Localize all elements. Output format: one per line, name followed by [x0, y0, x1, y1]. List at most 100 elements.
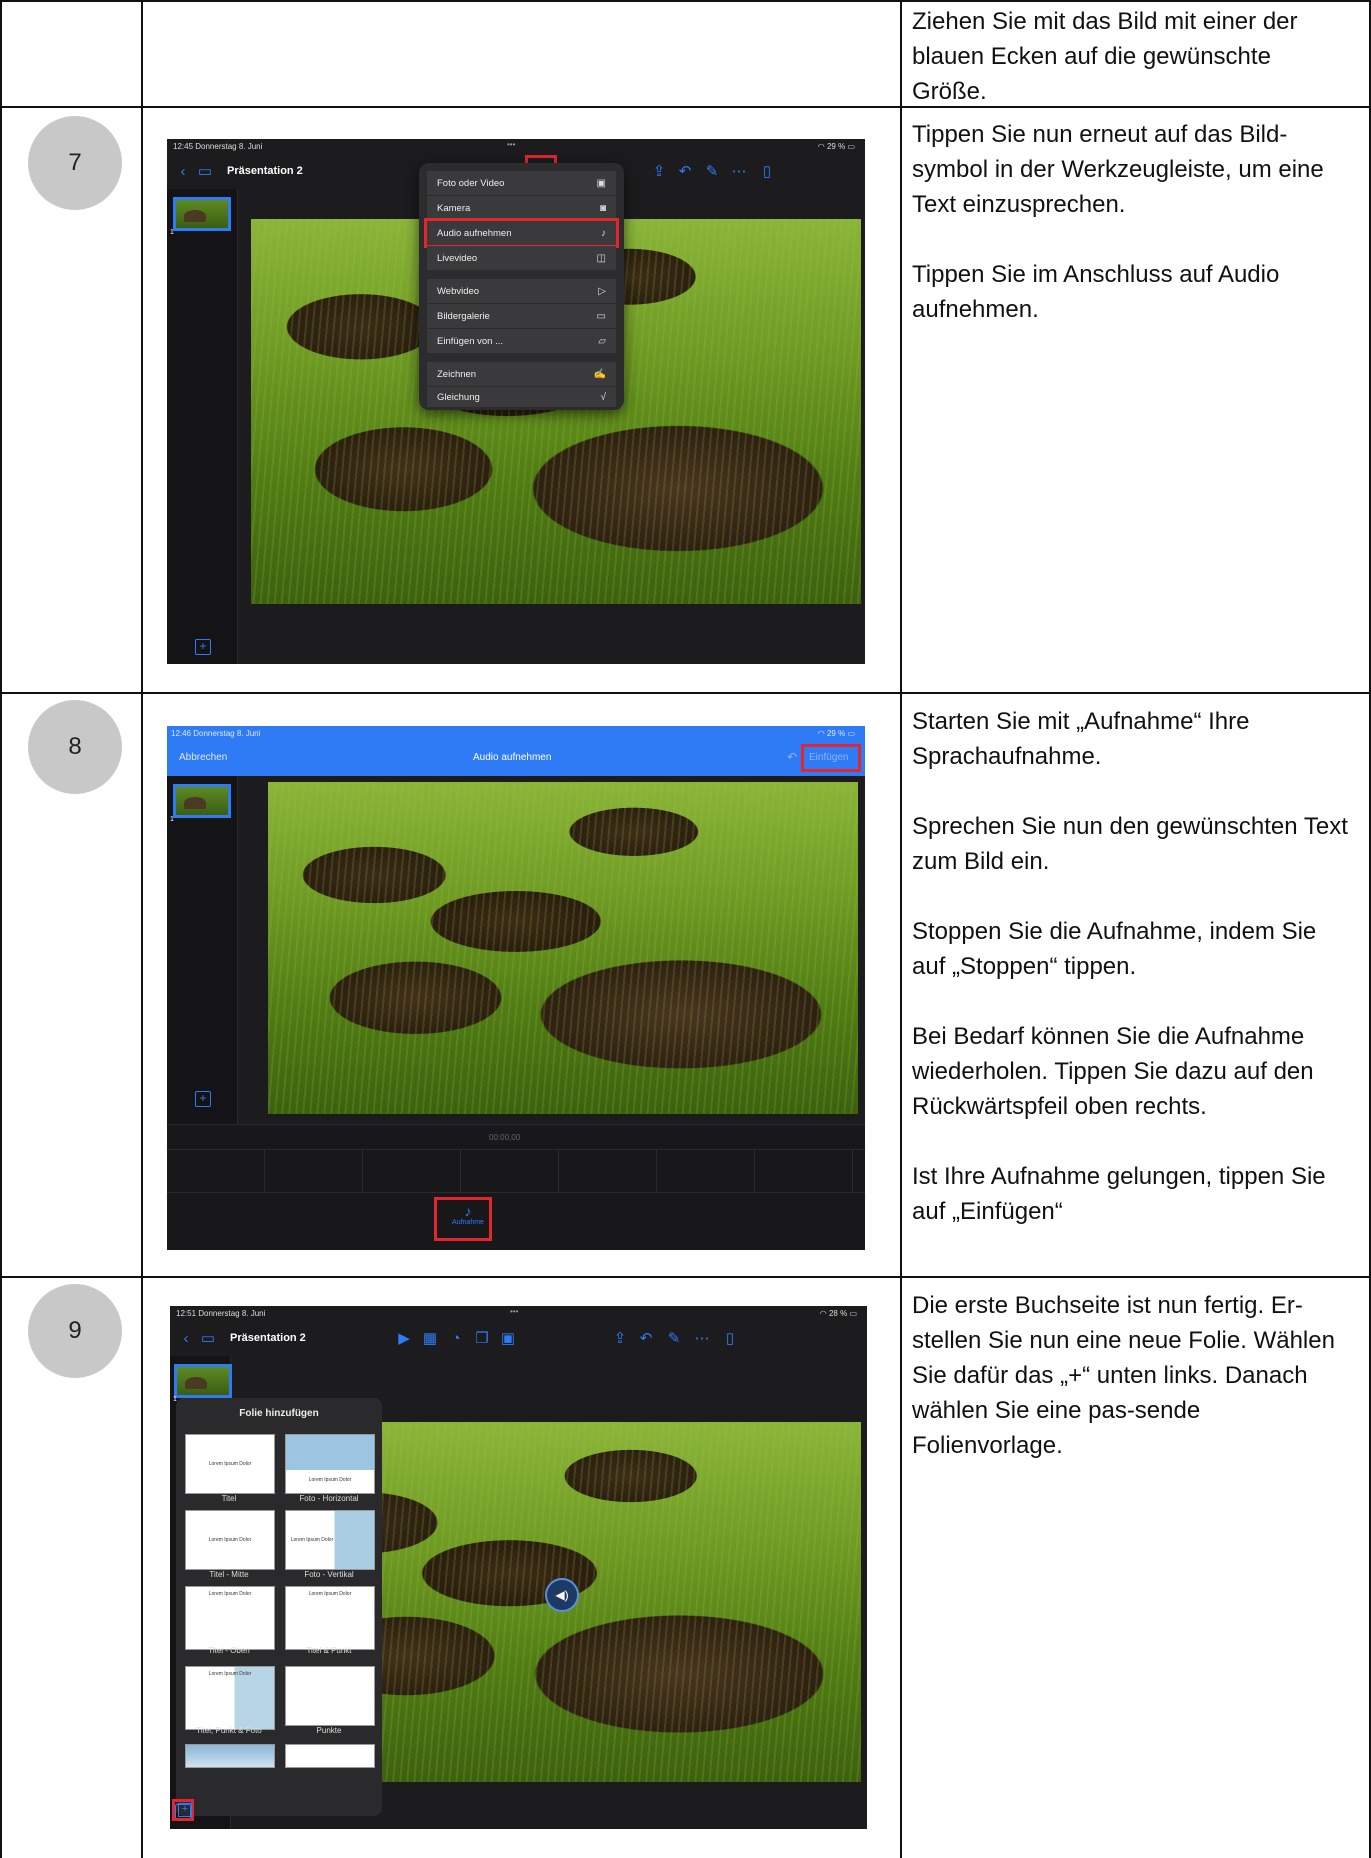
- template-preview: Lorem Ipsum Dolor: [308, 1477, 352, 1483]
- slide-navigator: 1 +: [167, 189, 238, 664]
- more-icon[interactable]: ⋯: [729, 161, 749, 181]
- slide-navigator: 1 +: [167, 776, 238, 1170]
- template-preview: Lorem Ipsum Dolor: [308, 1591, 352, 1597]
- template-title[interactable]: Lorem Ipsum Dolor: [185, 1434, 275, 1494]
- share-icon[interactable]: ⇪: [649, 161, 669, 181]
- add-slide-button[interactable]: +: [195, 639, 211, 655]
- battery-level: 29 %: [826, 142, 846, 151]
- audio-playback-icon[interactable]: ◀): [545, 1578, 579, 1612]
- highlight-insert-button: [801, 744, 861, 772]
- template-label: Titel: [221, 1494, 237, 1503]
- template-photo-horizontal[interactable]: Lorem Ipsum Dolor: [285, 1434, 375, 1494]
- square-root-icon: √: [600, 391, 607, 403]
- undo-icon[interactable]: ↶: [675, 161, 695, 181]
- table-border-top: [0, 0, 1371, 2]
- step-number-badge: 9: [28, 1284, 122, 1378]
- recording-timer: 00:00,00: [489, 1133, 521, 1142]
- menu-label: Gleichung: [437, 391, 480, 403]
- menu-item-web-video[interactable]: Webvideo ▷: [427, 279, 616, 303]
- table-border-col2: [900, 0, 902, 1858]
- template-preview: Lorem Ipsum Dolor: [290, 1537, 334, 1543]
- slide-thumbnail[interactable]: [174, 1364, 232, 1398]
- toolbar: ‹ ▭ Präsentation 2 ▶ ▦ ◔ ❐ ▣ ⇪ ↶ ✎ ⋯ ▯: [170, 1322, 867, 1356]
- instruction-paragraph: Sprechen Sie nun den gewünschten Text zu…: [912, 813, 1348, 875]
- slide-thumbnail[interactable]: [173, 197, 231, 231]
- row-divider-2: [0, 692, 1371, 694]
- add-slide-button[interactable]: +: [195, 1091, 211, 1107]
- highlight-record-button: [434, 1197, 492, 1241]
- table-border-col1: [141, 0, 143, 1858]
- dots-icon: •••: [507, 140, 516, 149]
- gallery-icon: ▭: [596, 310, 606, 322]
- menu-item-image-gallery[interactable]: Bildergalerie ▭: [427, 304, 616, 328]
- screenshot-step-8: 12:46 Donnerstag 8. Juni ◠ 29 % ▭ Abbrec…: [167, 726, 865, 1250]
- format-brush-icon[interactable]: ✎: [664, 1328, 684, 1348]
- shapes-icon[interactable]: ❐: [472, 1328, 492, 1348]
- row-instructions: Starten Sie mit „Aufnahme“ Ihre Sprachau…: [912, 704, 1352, 1229]
- template-title-top[interactable]: Lorem Ipsum Dolor: [185, 1586, 275, 1650]
- instruction-paragraph: Tippen Sie im Anschluss auf Audio aufneh…: [912, 261, 1280, 323]
- table-icon[interactable]: ▦: [420, 1328, 440, 1348]
- wifi-icon: ◠: [817, 142, 825, 151]
- wifi-icon: ◠: [817, 729, 825, 738]
- undo-recording-icon[interactable]: ↶: [787, 750, 797, 764]
- play-icon[interactable]: ▶: [394, 1328, 414, 1348]
- sidebar-toggle-icon[interactable]: ▭: [198, 1328, 218, 1348]
- instruction-paragraph: Bei Bedarf können Sie die Aufnahme wiede…: [912, 1023, 1314, 1120]
- menu-item-photo-video[interactable]: Foto oder Video ▣: [427, 171, 616, 195]
- folder-icon: ▱: [598, 335, 606, 347]
- status-bar: 12:51 Donnerstag 8. Juni ••• ◠ 28 % ▭: [170, 1306, 867, 1322]
- template-photo-vertical[interactable]: Lorem Ipsum Dolor: [285, 1510, 375, 1570]
- menu-item-insert-from[interactable]: Einfügen von ... ▱: [427, 329, 616, 353]
- step-number-badge: 7: [28, 116, 122, 210]
- template-title-center[interactable]: Lorem Ipsum Dolor: [185, 1510, 275, 1570]
- menu-item-equation[interactable]: Gleichung √: [427, 387, 616, 407]
- template-more-1[interactable]: [185, 1744, 275, 1768]
- insert-media-menu: Foto oder Video ▣ Kamera ◙ Audio aufnehmen…: [419, 163, 624, 410]
- slide-photo[interactable]: [268, 782, 858, 1114]
- share-icon[interactable]: ⇪: [610, 1328, 630, 1348]
- menu-label: Bildergalerie: [437, 310, 490, 322]
- battery-status: ◠ 29 % ▭: [817, 729, 855, 738]
- document-icon[interactable]: ▯: [757, 161, 777, 181]
- more-icon[interactable]: ⋯: [692, 1328, 712, 1348]
- format-brush-icon[interactable]: ✎: [702, 161, 722, 181]
- menu-label: Zeichnen: [437, 368, 477, 380]
- document-title[interactable]: Präsentation 2: [227, 165, 303, 177]
- table-border-left: [0, 0, 2, 1858]
- media-icon[interactable]: ▣: [498, 1328, 518, 1348]
- instruction-paragraph: Ziehen Sie mit das Bild mit einer der bl…: [912, 8, 1298, 105]
- screenshot-step-9: 12:51 Donnerstag 8. Juni ••• ◠ 28 % ▭ ‹ …: [170, 1306, 867, 1829]
- template-more-2[interactable]: [285, 1744, 375, 1768]
- cancel-button[interactable]: Abbrechen: [179, 752, 227, 763]
- menu-item-camera[interactable]: Kamera ◙: [427, 196, 616, 220]
- battery-level: 28 %: [828, 1309, 848, 1318]
- menu-item-draw[interactable]: Zeichnen ✍: [427, 362, 616, 386]
- template-preview: Lorem Ipsum Dolor: [208, 1671, 252, 1677]
- row-instructions: Tippen Sie nun erneut auf das Bild-symbo…: [912, 117, 1352, 327]
- instruction-paragraph: Ist Ihre Aufnahme gelungen, tippen Sie a…: [912, 1163, 1326, 1225]
- template-title-bullet[interactable]: Lorem Ipsum Dolor: [285, 1586, 375, 1650]
- chart-icon[interactable]: ◔: [446, 1328, 466, 1348]
- template-label: Foto - Vertikal: [304, 1570, 354, 1579]
- document-title[interactable]: Präsentation 2: [230, 1332, 306, 1344]
- undo-icon[interactable]: ↶: [636, 1328, 656, 1348]
- instruction-paragraph: Tippen Sie nun erneut auf das Bild-symbo…: [912, 121, 1324, 218]
- back-icon[interactable]: ‹: [173, 161, 193, 181]
- sidebar-toggle-icon[interactable]: ▭: [195, 161, 215, 181]
- template-label: Titel - Mitte: [209, 1570, 249, 1579]
- menu-item-live-video[interactable]: Livevideo ◫: [427, 246, 616, 270]
- template-label: Punkte: [316, 1726, 342, 1735]
- slide-thumbnail[interactable]: [173, 784, 231, 818]
- wifi-icon: ◠: [819, 1309, 827, 1318]
- row-instructions: Die erste Buchseite ist nun fertig. Er-s…: [912, 1288, 1352, 1463]
- back-icon[interactable]: ‹: [176, 1328, 196, 1348]
- document-icon[interactable]: ▯: [720, 1328, 740, 1348]
- template-title-bullet-photo[interactable]: Lorem Ipsum Dolor: [185, 1666, 275, 1730]
- template-label: Titel & Punkt: [306, 1646, 352, 1655]
- slide-number: 1: [170, 229, 174, 236]
- status-time: 12:51 Donnerstag 8. Juni: [176, 1309, 266, 1318]
- camera-icon: ◙: [599, 202, 606, 214]
- waveform-track: [167, 1149, 865, 1193]
- template-bullets[interactable]: [285, 1666, 375, 1726]
